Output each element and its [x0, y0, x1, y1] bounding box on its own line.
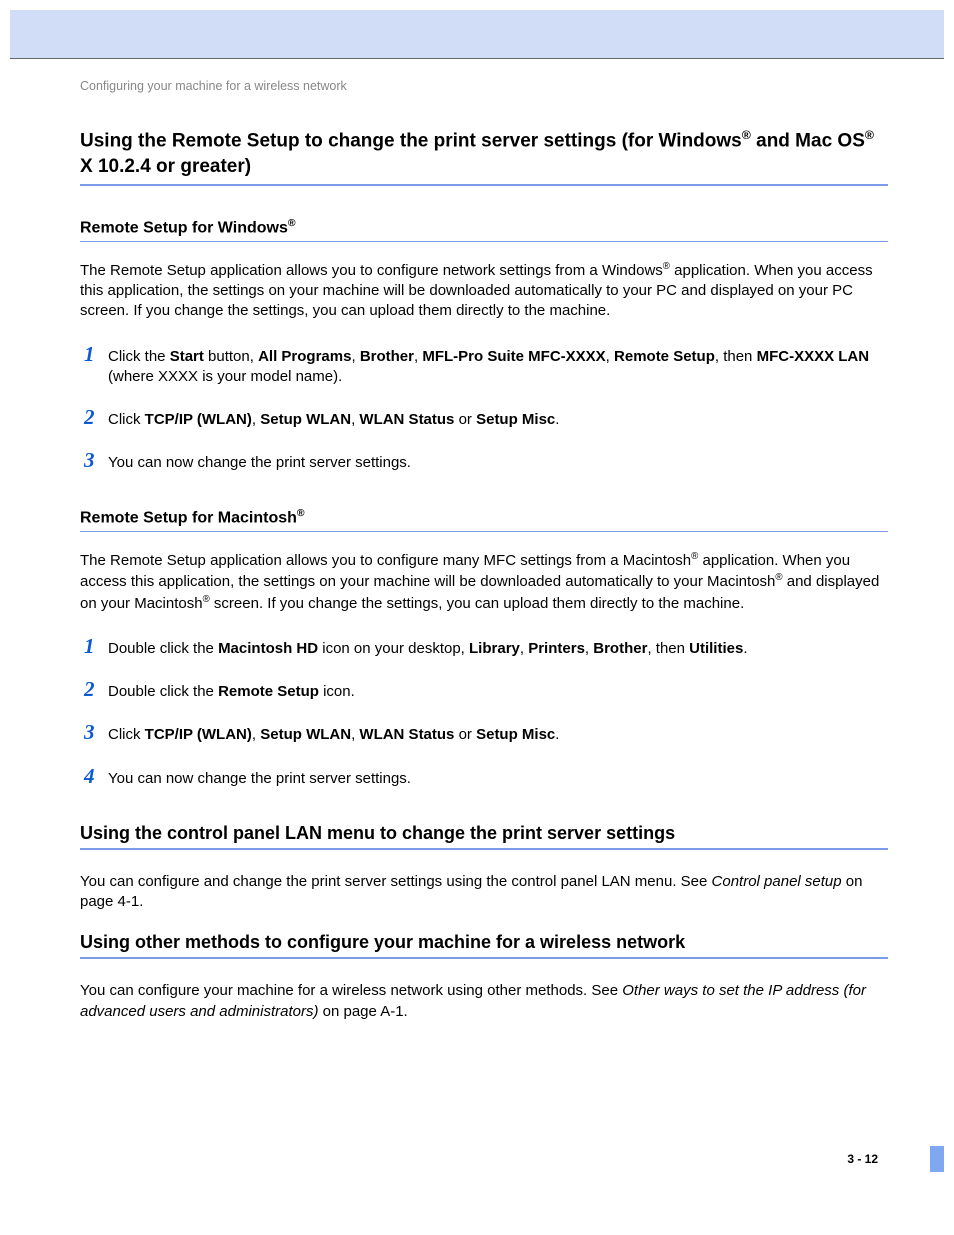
steps-mac: 1Double click the Macintosh HD icon on y… — [80, 634, 888, 789]
step-item: 3You can now change the print server set… — [80, 448, 888, 473]
body-lan: You can configure and change the print s… — [80, 872, 888, 913]
page-number: 3 - 12 — [80, 1152, 888, 1166]
step-text: Click TCP/IP (WLAN), Setup WLAN, WLAN St… — [108, 410, 559, 430]
intro-mac: The Remote Setup application allows you … — [80, 550, 888, 614]
section-divider — [80, 957, 888, 959]
breadcrumb: Configuring your machine for a wireless … — [80, 79, 888, 93]
steps-windows: 1Click the Start button, All Programs, B… — [80, 342, 888, 474]
step-number: 3 — [80, 720, 108, 745]
step-item: 4You can now change the print server set… — [80, 764, 888, 789]
step-item: 1Double click the Macintosh HD icon on y… — [80, 634, 888, 659]
title-divider — [80, 184, 888, 186]
step-item: 1Click the Start button, All Programs, B… — [80, 342, 888, 388]
step-text: You can now change the print server sett… — [108, 453, 411, 473]
step-number: 2 — [80, 677, 108, 702]
subheading-divider — [80, 241, 888, 242]
section-divider — [80, 848, 888, 850]
step-text: Click TCP/IP (WLAN), Setup WLAN, WLAN St… — [108, 725, 559, 745]
step-text: You can now change the print server sett… — [108, 769, 411, 789]
step-text: Double click the Macintosh HD icon on yo… — [108, 639, 748, 659]
page-footer: 3 - 12 — [0, 1152, 954, 1196]
step-item: 3Click TCP/IP (WLAN), Setup WLAN, WLAN S… — [80, 720, 888, 745]
footer-accent — [930, 1146, 944, 1172]
step-text: Double click the Remote Setup icon. — [108, 682, 355, 702]
step-text: Click the Start button, All Programs, Br… — [108, 347, 888, 388]
step-number: 4 — [80, 764, 108, 789]
header-bar — [10, 10, 944, 58]
page-content: 3 Configuring your machine for a wireles… — [0, 59, 954, 1072]
step-item: 2Click TCP/IP (WLAN), Setup WLAN, WLAN S… — [80, 405, 888, 430]
step-item: 2Double click the Remote Setup icon. — [80, 677, 888, 702]
step-number: 3 — [80, 448, 108, 473]
step-number: 2 — [80, 405, 108, 430]
section-heading-lan: Using the control panel LAN menu to chan… — [80, 823, 888, 844]
step-number: 1 — [80, 634, 108, 659]
section-heading-other: Using other methods to configure your ma… — [80, 932, 888, 953]
subheading-mac: Remote Setup for Macintosh® — [80, 508, 888, 527]
intro-windows: The Remote Setup application allows you … — [80, 260, 888, 322]
step-number: 1 — [80, 342, 108, 367]
subheading-divider — [80, 531, 888, 532]
body-other: You can configure your machine for a wir… — [80, 981, 888, 1022]
page-title: Using the Remote Setup to change the pri… — [80, 127, 888, 180]
subheading-windows: Remote Setup for Windows® — [80, 218, 888, 237]
